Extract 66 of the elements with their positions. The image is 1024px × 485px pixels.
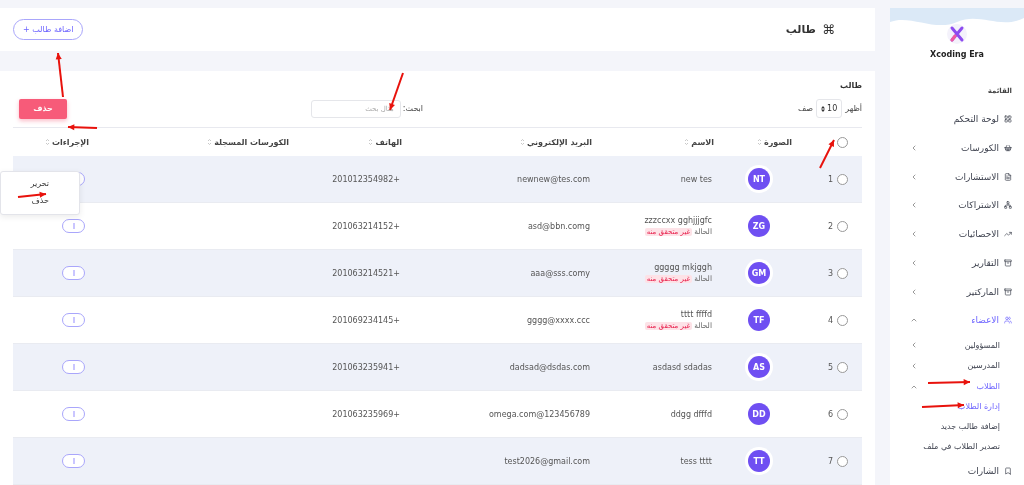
sidebar-item[interactable]: الكورسات bbox=[890, 133, 1024, 163]
email-text: gggg@xxxx.ccc bbox=[527, 315, 590, 325]
row-number: 2 bbox=[827, 221, 833, 231]
phone-text: 201063214152+ bbox=[332, 221, 400, 231]
show-label: أظهر bbox=[845, 104, 862, 113]
email-text: asd@bbn.comg bbox=[527, 221, 590, 231]
student-name: ggggg mkjggh bbox=[654, 263, 712, 272]
sidebar-item[interactable]: الاستشارات bbox=[890, 162, 1024, 192]
sidebar-subitem[interactable]: الطلاب bbox=[890, 376, 1024, 397]
row-number: 1 bbox=[827, 174, 833, 184]
avatar: NT bbox=[748, 168, 770, 190]
row-number: 5 bbox=[827, 362, 833, 372]
page-title: طالب bbox=[785, 23, 816, 36]
sidebar-item[interactable]: الشارات bbox=[890, 456, 1024, 485]
student-name: zzzccxx gghjjjgfc bbox=[644, 216, 712, 225]
avatar: TT bbox=[748, 450, 770, 472]
email-text: dadsad@dsdas.com bbox=[509, 362, 590, 372]
page-size-select[interactable]: 10 bbox=[816, 99, 843, 118]
student-name: tttt ffffd bbox=[680, 310, 712, 319]
row-number: 7 bbox=[827, 456, 833, 466]
row-number: 3 bbox=[827, 268, 833, 278]
rows-label: صف bbox=[798, 104, 814, 113]
sidebar-subitem[interactable]: إضافة طالب جديد bbox=[890, 416, 1024, 437]
sidebar-subitem[interactable]: المسؤولين bbox=[890, 334, 1024, 356]
email-text: test2026@gmail.com bbox=[504, 456, 590, 466]
student-name: ddgg dfffd bbox=[670, 409, 712, 419]
menu-item[interactable]: حذف bbox=[1, 193, 79, 210]
avatar: AS bbox=[748, 356, 770, 378]
sidebar-item[interactable]: الماركتير bbox=[890, 277, 1024, 306]
row-number: 6 bbox=[827, 409, 833, 419]
phone-text: 201012354982+ bbox=[332, 174, 400, 184]
phone-text: 201063235941+ bbox=[332, 362, 400, 372]
command-icon: ⌘ bbox=[822, 22, 835, 37]
avatar: TF bbox=[748, 309, 770, 331]
student-name: tess tttt bbox=[680, 456, 712, 466]
sidebar-subitem[interactable]: إدارة الطلاب bbox=[890, 396, 1024, 417]
sidebar-item[interactable]: التقارير bbox=[890, 248, 1024, 278]
add-student-button[interactable]: اضافة طالب + bbox=[13, 19, 84, 40]
row-number: 4 bbox=[827, 315, 833, 325]
column-header[interactable]: الإجراءات bbox=[51, 137, 89, 147]
column-header[interactable]: الكورسات المسجلة bbox=[214, 137, 289, 147]
phone-text: 201063235969+ bbox=[332, 409, 400, 419]
sidebar-item[interactable]: الاعضاء bbox=[890, 305, 1024, 335]
student-name: asdasd sdadas bbox=[652, 362, 712, 372]
column-header[interactable]: الصورة bbox=[764, 137, 792, 147]
student-name: new tes bbox=[680, 174, 712, 184]
search-label: ابحث: bbox=[402, 104, 424, 113]
menu-item[interactable]: تحرير bbox=[1, 176, 79, 193]
email-text: newnew@tes.com bbox=[517, 174, 590, 184]
column-header[interactable]: الهاتف bbox=[375, 137, 402, 147]
sidebar-item[interactable]: لوحة التحكم bbox=[890, 105, 1024, 134]
column-header[interactable]: الاسم bbox=[691, 137, 714, 147]
sidebar-item[interactable]: الاشتراكات bbox=[890, 191, 1024, 220]
email-text: aaa@sss.comy bbox=[530, 268, 590, 278]
brand-name: Xcoding Era bbox=[930, 50, 984, 59]
sidebar-subitem[interactable]: المدرسين bbox=[890, 355, 1024, 377]
card-title: طالب bbox=[839, 81, 862, 90]
sidebar-subitem[interactable]: تصدير الطلاب في ملف bbox=[890, 436, 1024, 457]
phone-text: 201069234145+ bbox=[332, 315, 400, 325]
avatar: GM bbox=[748, 262, 770, 284]
email-text: omega.com@123456789 bbox=[488, 409, 590, 419]
avatar: ZG bbox=[748, 215, 770, 237]
column-header[interactable]: البريد الإلكتروني bbox=[526, 137, 592, 147]
avatar: DD bbox=[748, 403, 770, 425]
sidebar-item[interactable]: الاحصائيات bbox=[890, 219, 1024, 249]
phone-text: 201063214521+ bbox=[332, 268, 400, 278]
